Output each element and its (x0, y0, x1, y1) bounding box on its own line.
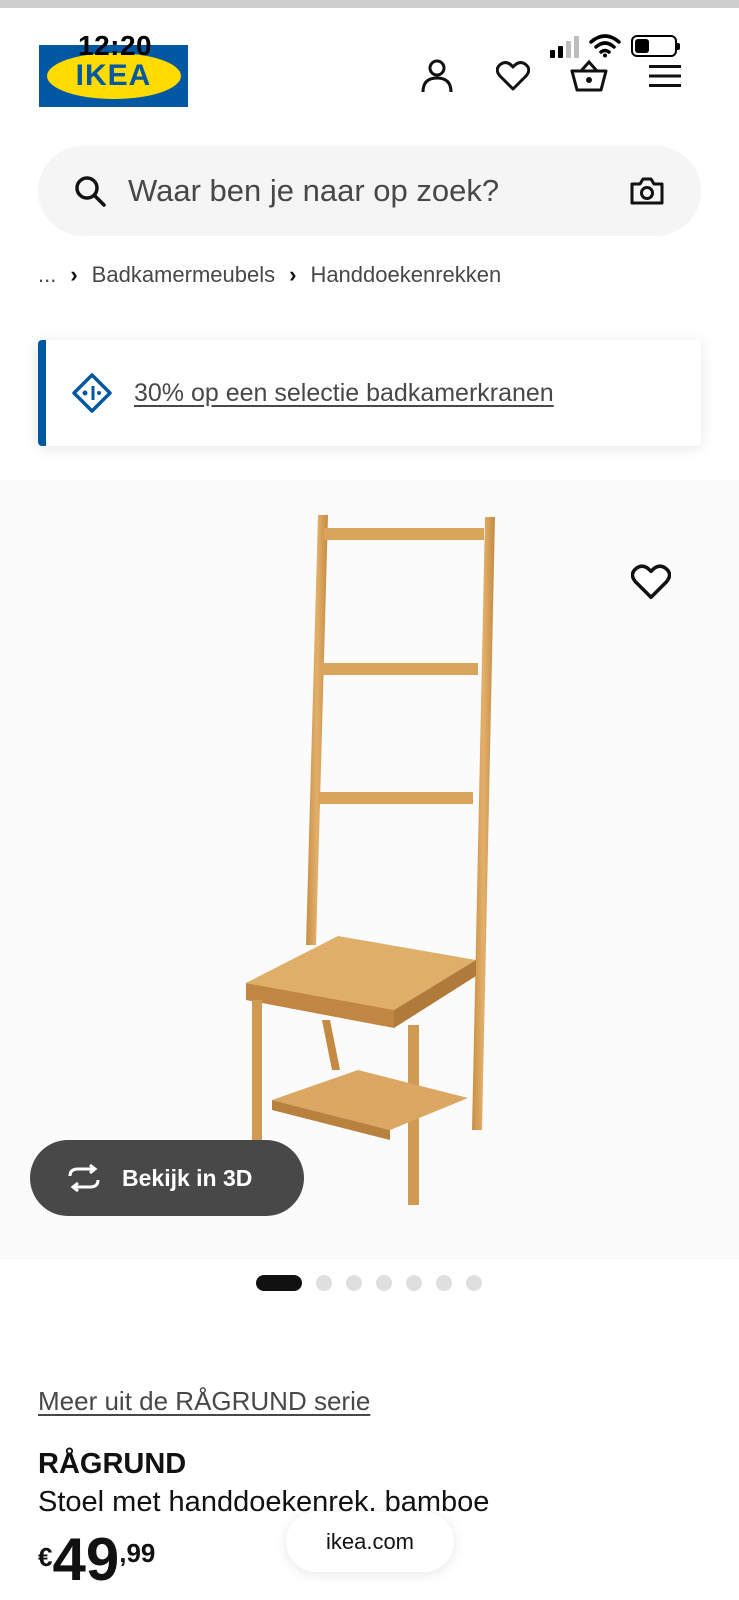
breadcrumb-item-badkamermeubels[interactable]: Badkamermeubels (92, 262, 275, 288)
wifi-icon (589, 34, 621, 58)
product-price: € 49 ,99 (38, 1530, 155, 1590)
shopping-basket-icon[interactable] (569, 56, 609, 96)
wishlist-heart-icon[interactable] (493, 56, 533, 96)
promo-link[interactable]: 30% op een selectie badkamerkranen (134, 379, 554, 408)
view-in-3d-label: Bekijk in 3D (122, 1164, 253, 1191)
gallery-dot[interactable] (436, 1275, 452, 1291)
browser-url: ikea.com (325, 1529, 415, 1554)
logo-text: IKEA (75, 59, 152, 92)
menu-icon[interactable] (645, 56, 685, 96)
breadcrumb-item-handdoekenrekken[interactable]: Handdoekenrekken (310, 262, 501, 288)
promo-banner[interactable]: 30% op een selectie badkamerkranen (38, 340, 701, 446)
search-bar[interactable]: Waar ben je naar op zoek? (38, 146, 701, 236)
status-time: 12:20 (78, 30, 153, 61)
price-decimal: ,99 (119, 1538, 156, 1568)
gallery-dot[interactable] (466, 1275, 482, 1291)
battery-icon (631, 35, 680, 57)
camera-search-icon[interactable] (629, 176, 665, 206)
breadcrumb-ellipsis[interactable]: ... (38, 262, 56, 288)
account-icon[interactable] (417, 56, 457, 96)
product-name: RÅGRUND (38, 1448, 187, 1480)
search-icon (75, 176, 106, 207)
series-link[interactable]: Meer uit de RÅGRUND serie (38, 1386, 370, 1417)
price-tag-icon (70, 371, 114, 415)
gallery-dot[interactable] (406, 1275, 422, 1291)
price-currency: € (38, 1542, 53, 1572)
gallery-dot[interactable] (376, 1275, 392, 1291)
view-in-3d-button[interactable]: Bekijk in 3D (30, 1140, 304, 1216)
promo-accent-bar (38, 340, 46, 446)
chevron-right-icon: › (70, 262, 78, 287)
price-integer: 49 (52, 1526, 120, 1593)
cellular-signal-icon (550, 34, 579, 58)
gallery-dot[interactable] (346, 1275, 362, 1291)
gallery-dot[interactable] (316, 1275, 332, 1291)
breadcrumb: ... › Badkamermeubels › Handdoekenrekken (38, 262, 501, 288)
header-actions (417, 56, 685, 96)
status-icons (550, 34, 680, 58)
gallery-dot[interactable] (256, 1275, 302, 1291)
add-to-wishlist-heart-icon[interactable] (631, 562, 671, 602)
chevron-right-icon: › (289, 262, 297, 287)
rotate-3d-icon (68, 1164, 100, 1192)
browser-url-bar[interactable]: ikea.com (286, 1512, 454, 1572)
top-strip (0, 0, 739, 8)
search-input[interactable]: Waar ben je naar op zoek? (128, 173, 629, 209)
gallery-pagination (256, 1275, 482, 1291)
